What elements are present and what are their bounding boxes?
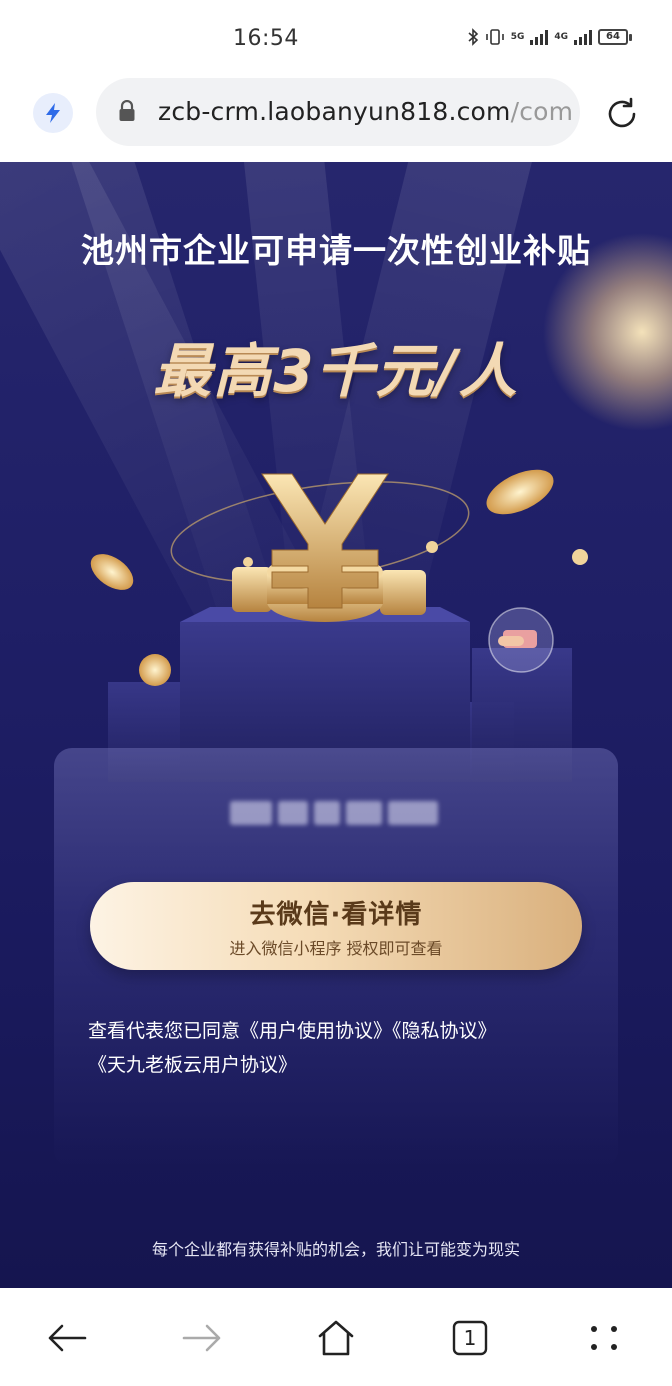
hero-banner: 池州市企业可申请一次性创业补贴 最高3千元/人 去微信·看详情 进入微信小程序 … <box>0 162 672 1288</box>
url-bar[interactable]: zcb-crm.laobanyun818.com/com <box>96 78 580 146</box>
hero-title: 池州市企业可申请一次性创业补贴 <box>81 231 591 270</box>
browser-bottom-nav: 1 <box>0 1288 672 1386</box>
footer-slogan: 每个企业都有获得补贴的机会，我们让可能变为现实 <box>151 1240 520 1259</box>
browser-toolbar: zcb-crm.laobanyun818.com/com <box>0 78 672 162</box>
tab-count: 1 <box>463 1326 477 1350</box>
open-wechat-button[interactable]: 去微信·看详情 进入微信小程序 授权即可查看 <box>90 882 582 970</box>
tabs-icon[interactable]: 1 <box>446 1314 494 1362</box>
signal-icon <box>530 29 549 45</box>
cta-sub-label: 进入微信小程序 授权即可查看 <box>229 939 443 958</box>
privacy-agreement-link[interactable]: 《隐私协议》 <box>392 1020 497 1042</box>
hero-amount: 最高3千元/人 <box>153 337 519 405</box>
network-4g-label: 4G <box>554 32 568 42</box>
money-illustration <box>90 469 588 782</box>
menu-dots-icon[interactable] <box>580 1314 628 1362</box>
battery-level: 64 <box>598 29 628 45</box>
cta-main-label: 去微信·看详情 <box>249 900 423 930</box>
bluetooth-icon <box>468 28 478 46</box>
status-bar: 16:54 5G 4G 64 <box>0 0 672 78</box>
vibrate-icon <box>485 29 504 45</box>
bolt-icon[interactable] <box>33 93 73 133</box>
status-time: 16:54 <box>233 26 299 51</box>
url-main: zcb-crm.laobanyun818.com <box>158 97 511 126</box>
tianjiu-agreement-link[interactable]: 《天九老板云用户协议》 <box>88 1054 297 1076</box>
home-icon[interactable] <box>312 1314 360 1362</box>
url-tail: /com <box>510 97 574 126</box>
url-text: zcb-crm.laobanyun818.com/com <box>158 97 573 126</box>
battery-icon: 64 <box>598 29 632 45</box>
status-icons: 5G 4G 64 <box>467 28 632 46</box>
forward-arrow-icon[interactable] <box>178 1314 226 1362</box>
info-card: 去微信·看详情 进入微信小程序 授权即可查看 <box>54 748 618 1168</box>
agreement-prefix: 查看代表您已同意 <box>88 1020 241 1042</box>
user-agreement-link[interactable]: 《用户使用协议》 <box>240 1020 392 1042</box>
blurred-company-text <box>230 798 442 828</box>
signal-icon-2 <box>574 29 592 45</box>
back-arrow-icon[interactable] <box>43 1314 91 1362</box>
reload-icon[interactable] <box>602 94 642 134</box>
network-5g-label: 5G <box>510 32 525 42</box>
lock-icon <box>119 100 135 121</box>
agreement-text: 查看代表您已同意《用户使用协议》《隐私协议》 《天九老板云用户协议》 <box>88 1014 588 1082</box>
